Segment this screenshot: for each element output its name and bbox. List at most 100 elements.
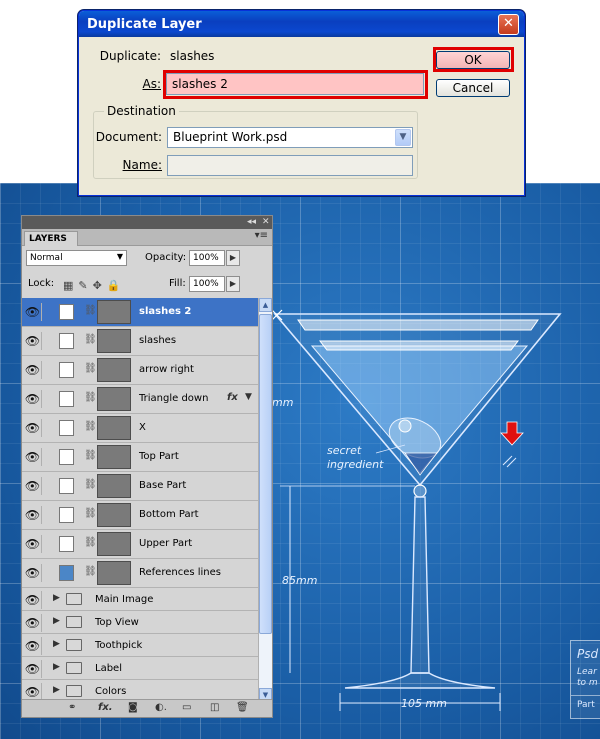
layer-row[interactable]: 👁 ⛓ Bottom Part: [22, 501, 258, 530]
eye-icon[interactable]: 👁: [24, 637, 42, 655]
layer-row[interactable]: 👁 ⛓ X: [22, 414, 258, 443]
layer-mask-thumbnail[interactable]: [59, 304, 74, 320]
layer-name[interactable]: Triangle down: [139, 393, 208, 404]
eye-icon[interactable]: 👁: [24, 390, 42, 408]
dialog-titlebar[interactable]: Duplicate Layer ✕: [79, 11, 524, 37]
layer-row[interactable]: 👁 ⛓ References lines: [22, 559, 258, 588]
new-layer-icon[interactable]: ◫: [210, 702, 219, 713]
layer-row[interactable]: 👁 ⛓ Upper Part: [22, 530, 258, 559]
expand-triangle-icon[interactable]: ▶: [53, 639, 60, 649]
layer-thumbnail[interactable]: [97, 387, 131, 411]
collapse-icon[interactable]: ◂◂: [247, 216, 256, 228]
layer-mask-thumbnail[interactable]: [59, 507, 74, 523]
layer-name[interactable]: Base Part: [139, 480, 186, 491]
layer-mask-thumbnail[interactable]: [59, 333, 74, 349]
layer-row[interactable]: 👁 ⛓ slashes: [22, 327, 258, 356]
layer-row[interactable]: 👁 ⛓ Triangle down fx ▼: [22, 385, 258, 414]
chain-link-icon[interactable]: ⛓: [84, 566, 97, 577]
chevron-down-icon[interactable]: ▼: [395, 129, 411, 146]
group-name[interactable]: Main Image: [95, 594, 153, 605]
layer-mask-thumbnail[interactable]: [59, 536, 74, 552]
fill-arrow-icon[interactable]: ▶: [226, 276, 240, 292]
eye-icon[interactable]: 👁: [24, 506, 42, 524]
layer-thumbnail[interactable]: [97, 416, 131, 440]
layer-thumbnail[interactable]: [97, 445, 131, 469]
layer-row[interactable]: 👁 ⛓ Top Part: [22, 443, 258, 472]
expand-triangle-icon[interactable]: ▶: [53, 685, 60, 695]
layer-thumbnail[interactable]: [97, 474, 131, 498]
group-row[interactable]: 👁 ▶ Toothpick: [22, 634, 258, 657]
close-panel-icon[interactable]: ✕: [262, 216, 270, 228]
eye-icon[interactable]: 👁: [24, 660, 42, 678]
layer-name[interactable]: Bottom Part: [139, 509, 199, 520]
group-row[interactable]: 👁 ▶ Main Image: [22, 588, 258, 611]
mask-icon[interactable]: ◙: [128, 702, 138, 713]
fx-icon[interactable]: fx.: [98, 702, 113, 713]
eye-icon[interactable]: 👁: [24, 303, 42, 321]
group-name[interactable]: Toothpick: [95, 640, 142, 651]
new-group-icon[interactable]: ▭: [182, 702, 191, 713]
fill-input[interactable]: 100%: [189, 276, 225, 292]
chain-link-icon[interactable]: ⛓: [84, 421, 97, 432]
group-name[interactable]: Label: [95, 663, 122, 674]
opacity-input[interactable]: 100%: [189, 250, 225, 266]
layer-mask-thumbnail[interactable]: [59, 420, 74, 436]
panel-menu-icon[interactable]: ▾≡: [255, 230, 268, 241]
eye-icon[interactable]: 👁: [24, 419, 42, 437]
layer-name[interactable]: slashes 2: [139, 306, 191, 317]
eye-icon[interactable]: 👁: [24, 361, 42, 379]
layer-name[interactable]: Upper Part: [139, 538, 192, 549]
group-row[interactable]: 👁 ▶ Label: [22, 657, 258, 680]
tab-layers[interactable]: LAYERS: [24, 231, 78, 246]
chain-link-icon[interactable]: ⛓: [84, 305, 97, 316]
layer-mask-thumbnail[interactable]: [59, 391, 74, 407]
group-name[interactable]: Top View: [95, 617, 139, 628]
layer-thumbnail[interactable]: [97, 503, 131, 527]
layer-mask-thumbnail[interactable]: [59, 565, 74, 581]
lock-icons[interactable]: ▦✎✥🔒: [63, 279, 126, 292]
expand-triangle-icon[interactable]: ▶: [53, 616, 60, 626]
scrollbar-thumb[interactable]: [259, 314, 272, 634]
layer-thumbnail[interactable]: [97, 561, 131, 585]
chain-link-icon[interactable]: ⛓: [84, 450, 97, 461]
expand-triangle-icon[interactable]: ▶: [53, 593, 60, 603]
opacity-arrow-icon[interactable]: ▶: [226, 250, 240, 266]
chain-link-icon[interactable]: ⛓: [84, 508, 97, 519]
link-icon[interactable]: ⚭: [68, 702, 76, 713]
layer-thumbnail[interactable]: [97, 329, 131, 353]
layer-name[interactable]: arrow right: [139, 364, 194, 375]
layer-thumbnail[interactable]: [97, 532, 131, 556]
fx-badge[interactable]: fx: [227, 392, 238, 403]
layer-name[interactable]: References lines: [139, 567, 221, 578]
layer-mask-thumbnail[interactable]: [59, 478, 74, 494]
eye-icon[interactable]: 👁: [24, 564, 42, 582]
layer-name[interactable]: Top Part: [139, 451, 179, 462]
document-select[interactable]: Blueprint Work.psd ▼: [167, 127, 413, 148]
eye-icon[interactable]: 👁: [24, 614, 42, 632]
name-input[interactable]: [167, 155, 413, 176]
layer-row[interactable]: 👁 ⛓ Base Part: [22, 472, 258, 501]
eye-icon[interactable]: 👁: [24, 477, 42, 495]
blend-mode-select[interactable]: Normal ▼: [26, 250, 127, 266]
layer-mask-thumbnail[interactable]: [59, 362, 74, 378]
layer-name[interactable]: X: [139, 422, 146, 433]
eye-icon[interactable]: 👁: [24, 332, 42, 350]
layers-scrollbar[interactable]: ▲ ▼: [258, 298, 272, 702]
chain-link-icon[interactable]: ⛓: [84, 392, 97, 403]
group-row[interactable]: 👁 ▶ Top View: [22, 611, 258, 634]
layer-row[interactable]: 👁 ⛓ slashes 2: [22, 298, 258, 327]
chain-link-icon[interactable]: ⛓: [84, 479, 97, 490]
trash-icon[interactable]: 🗑: [236, 702, 249, 713]
layer-mask-thumbnail[interactable]: [59, 449, 74, 465]
expand-triangle-icon[interactable]: ▶: [53, 662, 60, 672]
expand-effects-icon[interactable]: ▼: [245, 392, 252, 402]
layer-name[interactable]: slashes: [139, 335, 176, 346]
scroll-up-icon[interactable]: ▲: [259, 298, 272, 312]
layer-thumbnail[interactable]: [97, 300, 131, 324]
ok-button[interactable]: OK: [436, 51, 510, 69]
chain-link-icon[interactable]: ⛓: [84, 363, 97, 374]
eye-icon[interactable]: 👁: [24, 591, 42, 609]
cancel-button[interactable]: Cancel: [436, 79, 510, 97]
layer-row[interactable]: 👁 ⛓ arrow right: [22, 356, 258, 385]
group-name[interactable]: Colors: [95, 686, 126, 697]
